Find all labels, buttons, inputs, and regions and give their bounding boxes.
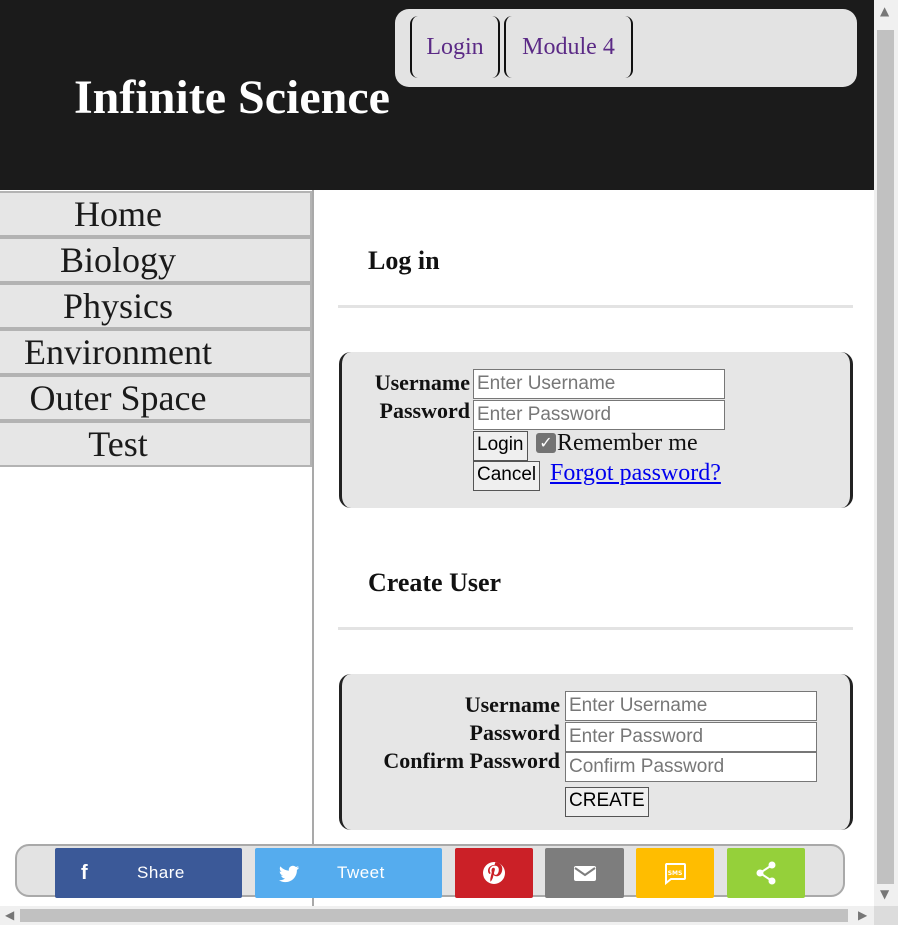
sidebar-item-physics[interactable]: Physics xyxy=(0,283,312,329)
create-user-heading: Create User xyxy=(368,568,502,597)
create-username-input[interactable] xyxy=(565,691,817,721)
facebook-share-button[interactable]: f Share xyxy=(55,848,242,898)
sidebar-item-environment[interactable]: Environment xyxy=(0,329,312,375)
sidebar: Home Biology Physics Environment Outer S… xyxy=(0,190,314,906)
share-bar: f Share Tweet SMS xyxy=(15,844,845,898)
vertical-scrollbar-thumb[interactable] xyxy=(877,30,894,884)
sidebar-item-outer-space[interactable]: Outer Space xyxy=(0,375,312,421)
pinterest-icon xyxy=(482,848,506,898)
window-bottom-edge xyxy=(0,925,898,931)
create-user-divider xyxy=(338,627,853,630)
twitter-share-button[interactable]: Tweet xyxy=(255,848,442,898)
email-icon xyxy=(573,848,597,898)
top-nav: Login Module 4 xyxy=(395,9,857,87)
create-password-input[interactable] xyxy=(565,722,817,752)
create-password-label: Password xyxy=(469,720,560,745)
remember-me-label: Remember me xyxy=(557,430,698,456)
login-panel: Username Password Login ✓ Remember me Ca… xyxy=(339,352,853,508)
more-share-button[interactable] xyxy=(727,848,805,898)
create-username-label: Username xyxy=(464,692,560,717)
scroll-up-arrow-icon[interactable]: ▲ xyxy=(880,4,889,18)
twitter-tweet-label: Tweet xyxy=(337,863,385,882)
remember-me-checkbox[interactable]: ✓ xyxy=(536,433,556,453)
login-password-label: Password xyxy=(379,398,470,423)
cancel-button[interactable]: Cancel xyxy=(473,461,541,491)
sidebar-item-biology[interactable]: Biology xyxy=(0,237,312,283)
scroll-right-arrow-icon[interactable]: ▶ xyxy=(858,908,867,922)
scroll-left-arrow-icon[interactable]: ◀ xyxy=(5,908,14,922)
sidebar-item-test[interactable]: Test xyxy=(0,421,312,467)
login-username-label: Username xyxy=(374,370,470,395)
facebook-share-label: Share xyxy=(137,863,185,882)
login-button[interactable]: Login xyxy=(473,431,528,461)
create-button[interactable]: CREATE xyxy=(565,787,649,817)
svg-text:SMS: SMS xyxy=(668,870,683,877)
page: Infinite Science Login Module 4 Home Bio… xyxy=(0,0,874,906)
sms-share-button[interactable]: SMS xyxy=(636,848,714,898)
login-divider xyxy=(338,305,853,308)
twitter-icon xyxy=(278,848,300,898)
site-title: Infinite Science xyxy=(74,71,390,124)
login-heading: Log in xyxy=(368,246,440,275)
create-user-panel: Username Password Confirm Password CREAT… xyxy=(339,674,853,830)
facebook-icon: f xyxy=(81,862,88,884)
share-icon xyxy=(754,848,778,898)
nav-module-4-link[interactable]: Module 4 xyxy=(504,16,633,78)
horizontal-scrollbar-thumb[interactable] xyxy=(20,909,848,922)
sms-icon: SMS xyxy=(664,848,686,898)
forgot-password-link[interactable]: Forgot password? xyxy=(550,460,721,487)
nav-login-link[interactable]: Login xyxy=(410,16,500,78)
login-username-input[interactable] xyxy=(473,369,725,399)
create-confirm-password-label: Confirm Password xyxy=(383,748,560,773)
create-confirm-password-input[interactable] xyxy=(565,752,817,782)
email-share-button[interactable] xyxy=(545,848,624,898)
scroll-down-arrow-icon[interactable]: ▼ xyxy=(880,887,889,901)
login-password-input[interactable] xyxy=(473,400,725,430)
site-header: Infinite Science Login Module 4 xyxy=(0,0,874,190)
sidebar-item-home[interactable]: Home xyxy=(0,191,312,237)
pinterest-share-button[interactable] xyxy=(455,848,533,898)
